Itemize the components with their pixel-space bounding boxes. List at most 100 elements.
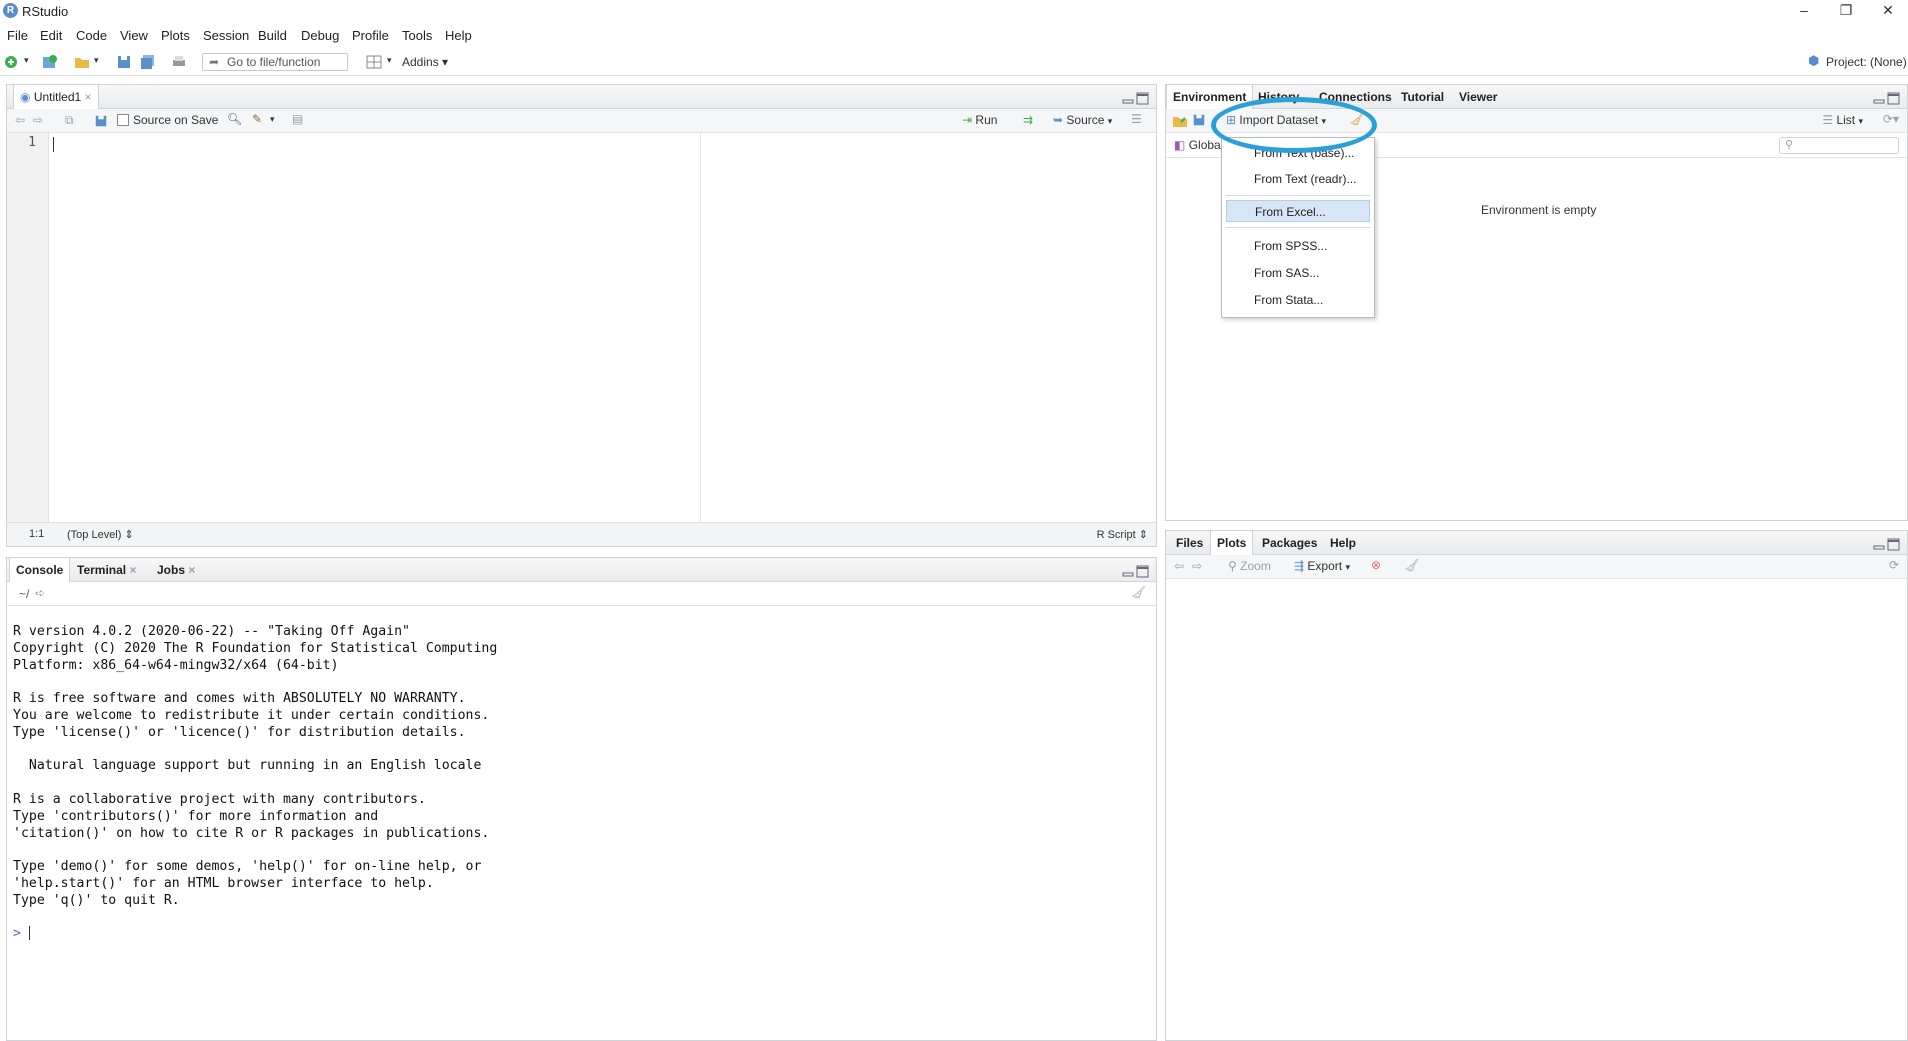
editor-save-icon[interactable] [94,114,108,128]
open-file-icon[interactable] [74,54,90,70]
menu-profile[interactable]: Profile [352,28,389,43]
tab-plots[interactable]: Plots [1210,531,1254,556]
environment-search-input[interactable]: ⚲ [1779,137,1899,154]
menu-help[interactable]: Help [445,28,472,43]
plots-minimize-maximize-icon[interactable] [1873,538,1901,552]
console-line: Type 'license()' or 'licence()' for dist… [13,724,466,740]
menu-code[interactable]: Code [76,28,107,43]
rerun-icon[interactable]: ⇉ [1023,113,1033,127]
clear-console-broom-icon[interactable]: 🧹︎ [1131,585,1146,599]
close-jobs-icon[interactable]: × [188,563,195,577]
close-tab-icon[interactable]: × [85,90,92,104]
menu-item-from-spss[interactable]: From SPSS... [1226,235,1370,257]
next-plot-icon[interactable]: ⇨ [1192,559,1202,573]
compile-report-icon[interactable]: ▤ [292,112,303,126]
editor-minimize-maximize-icon[interactable] [1122,92,1150,106]
source-on-save-checkbox[interactable] [117,114,129,126]
refresh-plot-icon[interactable]: ⟳ [1889,558,1899,572]
menu-tools[interactable]: Tools [402,28,432,43]
tab-console[interactable]: Console [9,558,71,583]
open-recent-dropdown-icon[interactable]: ▾ [94,55,99,66]
print-icon[interactable] [171,54,187,70]
new-file-dropdown-icon[interactable]: ▾ [24,55,29,66]
tab-jobs[interactable]: Jobs × [151,558,201,582]
previous-plot-icon[interactable]: ⇦ [1174,559,1184,573]
tab-packages[interactable]: Packages [1256,531,1323,555]
view-mode-list-button[interactable]: ☰ List ▾ [1822,113,1863,127]
zoom-button[interactable]: ⚲ Zoom [1228,559,1271,573]
refresh-environment-icon[interactable]: ⟳▾ [1883,112,1899,126]
run-arrow-icon: ⇥ [962,113,973,127]
new-project-icon[interactable] [42,54,58,70]
plots-toolbar: ⇦ ⇨ ⚲ Zoom ⇶ Export ▾ ⊗ 🧹︎ ⟳ [1166,555,1907,579]
panes-dropdown-icon[interactable]: ▾ [387,55,392,66]
close-terminal-icon[interactable]: × [129,563,136,577]
tab-tutorial[interactable]: Tutorial [1395,85,1450,109]
menu-plots[interactable]: Plots [161,28,190,43]
code-tools-dropdown-icon[interactable]: ▾ [270,114,275,125]
tab-files[interactable]: Files [1170,531,1209,555]
tab-help[interactable]: Help [1324,531,1362,555]
document-outline-icon[interactable]: ☰ [1131,112,1142,126]
console-output[interactable]: R version 4.0.2 (2020-06-22) -- "Taking … [13,624,497,943]
source-arrow-icon: ➥ [1053,113,1064,127]
environment-minimize-maximize-icon[interactable] [1873,92,1901,106]
save-icon[interactable] [116,54,132,70]
go-to-directory-icon[interactable]: ➪ [35,586,45,600]
clear-plots-broom-icon[interactable]: 🧹︎ [1404,558,1419,572]
search-icon: ⚲ [1785,139,1794,151]
menu-edit[interactable]: Edit [40,28,62,43]
load-workspace-icon[interactable] [1172,113,1188,129]
menu-debug[interactable]: Debug [301,28,339,43]
close-window-button[interactable]: ✕ [1868,0,1908,22]
show-in-window-icon[interactable]: ⧉ [65,113,74,128]
console-line: Natural language support but running in … [13,758,482,774]
tab-jobs-label: Jobs [157,563,186,577]
tab-terminal-label: Terminal [77,563,127,577]
console-minimize-maximize-icon[interactable] [1122,565,1150,579]
console-prompt: > [13,926,21,942]
find-replace-icon[interactable]: 🔍︎ [227,112,242,126]
export-button[interactable]: ⇶ Export ▾ [1294,559,1350,573]
annotation-highlight-oval [1211,97,1377,153]
menu-build[interactable]: Build [258,28,287,43]
menu-file[interactable]: File [7,28,28,43]
addins-button[interactable]: Addins ▾ [402,55,448,69]
save-all-icon[interactable] [140,54,156,70]
source-button[interactable]: ➥ Source ▾ [1053,113,1112,127]
project-menu[interactable]: Project: (None) [1826,55,1907,69]
remove-plot-icon[interactable]: ⊗ [1371,558,1381,572]
go-to-file-input[interactable]: ➦ Go to file/function [202,53,348,71]
back-arrow-icon[interactable]: ⇦ [15,113,25,127]
forward-arrow-icon[interactable]: ⇨ [33,113,43,127]
console-line: R is a collaborative project with many c… [13,791,426,807]
new-file-icon[interactable] [4,54,20,70]
menu-item-from-text-readr[interactable]: From Text (readr)... [1226,168,1370,190]
rstudio-logo-icon: R [3,3,18,18]
menu-item-from-stata[interactable]: From Stata... [1226,289,1370,311]
code-tools-wand-icon[interactable]: ✎ [252,112,262,126]
restore-button[interactable]: ❐ [1826,0,1866,22]
tab-terminal[interactable]: Terminal × [71,558,142,582]
global-environment-selector[interactable]: ◧ Global [1174,138,1223,152]
import-dataset-menu: From Text (base)... From Text (readr)...… [1221,137,1375,318]
code-editor-area[interactable] [50,133,1156,522]
console-line: R version 4.0.2 (2020-06-22) -- "Taking … [13,624,410,639]
menu-view[interactable]: View [120,28,148,43]
console-line: 'help.start()' for an HTML browser inter… [13,875,434,891]
menu-item-from-excel[interactable]: From Excel... [1226,200,1370,222]
editor-status-bar: 1:1 (Top Level) ⇕ R Script ⇕ [7,522,1156,546]
run-button[interactable]: ⇥ Run [962,113,997,127]
scope-selector[interactable]: (Top Level) ⇕ [67,528,134,541]
source-label: Source [1066,113,1105,127]
cursor-position: 1:1 [29,528,45,540]
tab-viewer[interactable]: Viewer [1453,85,1503,109]
save-workspace-icon[interactable] [1192,113,1206,127]
minimize-button[interactable]: – [1784,0,1824,22]
tab-untitled1[interactable]: ◉ Untitled1 × [13,85,99,110]
menu-item-from-sas[interactable]: From SAS... [1226,262,1370,284]
workspace-panes-icon[interactable] [366,54,382,70]
file-type-selector[interactable]: R Script ⇕ [1097,528,1148,541]
menu-session[interactable]: Session [203,28,249,43]
